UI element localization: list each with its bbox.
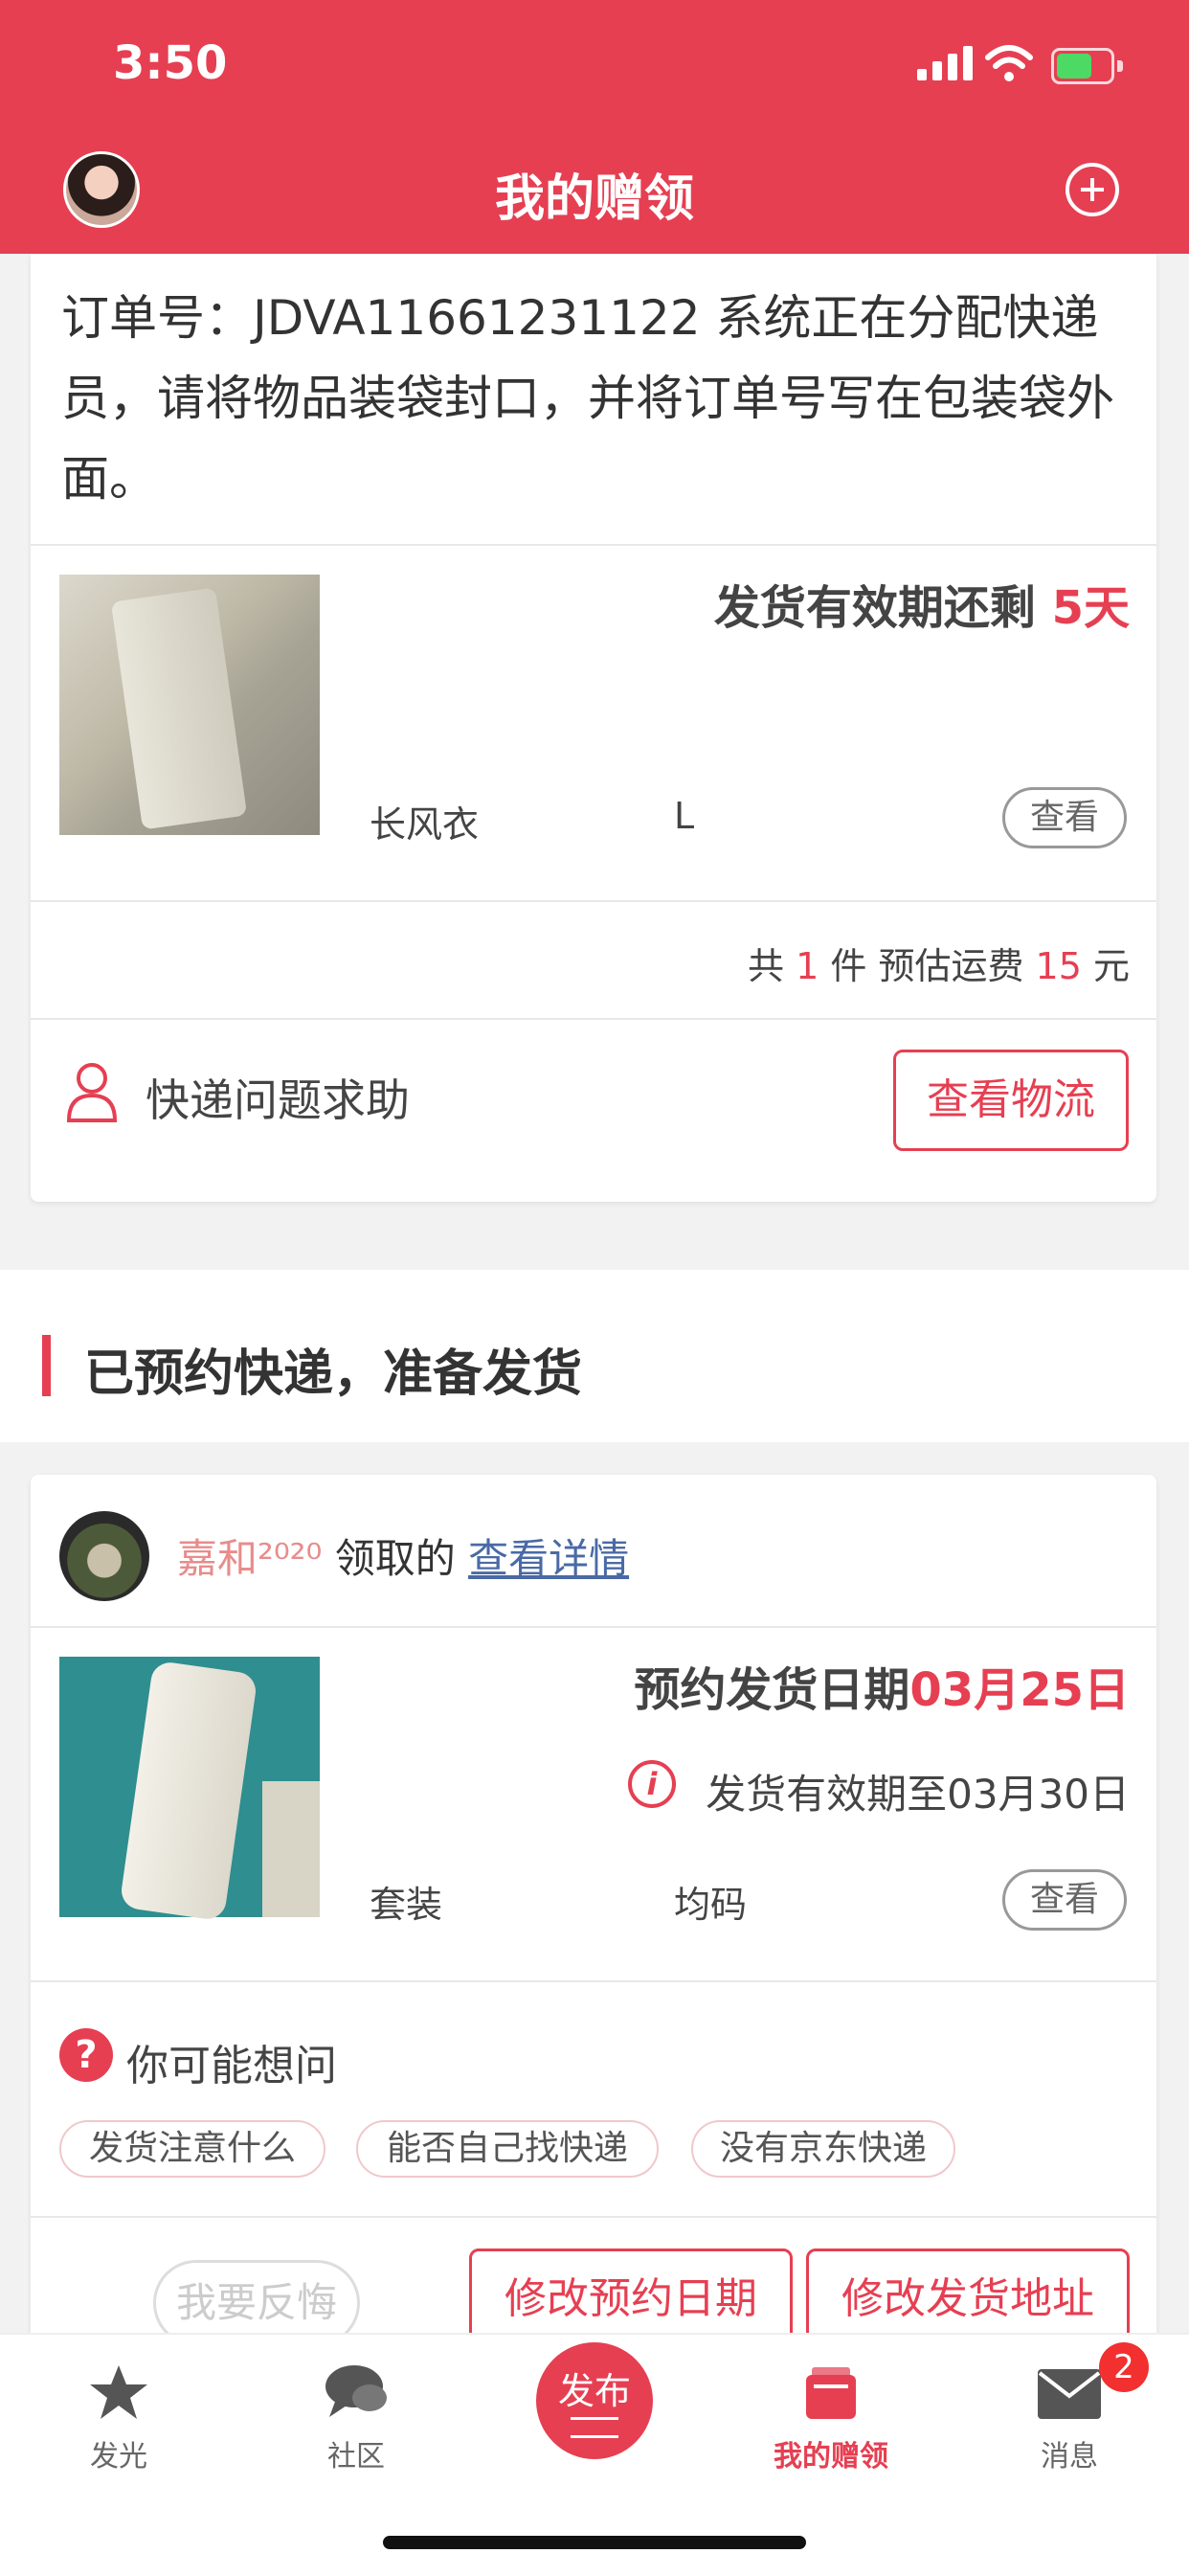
publish-label: 发布 bbox=[557, 2370, 631, 2412]
question-icon: ? bbox=[59, 2028, 113, 2082]
tab-label: 我的赠领 bbox=[774, 2440, 888, 2474]
faq-title: 你可能想问 bbox=[126, 2042, 337, 2090]
view-item-button[interactable]: 查看 bbox=[1002, 1869, 1127, 1931]
tab-label: 发光 bbox=[90, 2440, 147, 2474]
info-icon: i bbox=[628, 1760, 676, 1808]
item-name: 套装 bbox=[370, 1884, 443, 1926]
signal-icon bbox=[917, 46, 975, 80]
claimer-avatar[interactable] bbox=[59, 1511, 149, 1601]
divider bbox=[31, 1018, 1156, 1020]
claimer-line: 嘉和²⁰²⁰ 领取的 查看详情 bbox=[177, 1535, 630, 1582]
divider bbox=[31, 1980, 1156, 1982]
scheduled-ship-date: 预约发货日期03月25日 bbox=[634, 1663, 1130, 1717]
view-item-button[interactable]: 查看 bbox=[1002, 787, 1127, 848]
order-status-text: 订单号：JDVA11661231122 系统正在分配快递员，请将物品装袋封口，并… bbox=[61, 290, 1114, 507]
tab-label: 消息 bbox=[1041, 2440, 1098, 2474]
divider bbox=[31, 544, 1156, 546]
tab-label: 社区 bbox=[327, 2440, 385, 2474]
order-total: 共 1 件 预估运费 15 元 bbox=[748, 945, 1130, 987]
divider bbox=[31, 2216, 1156, 2218]
home-indicator bbox=[383, 2536, 806, 2549]
item-size: 均码 bbox=[674, 1884, 748, 1926]
claimer-name[interactable]: 嘉和²⁰²⁰ bbox=[177, 1535, 322, 1582]
ship-deadline: 发货有效期还剩 5天 bbox=[713, 581, 1130, 635]
item-name: 长风衣 bbox=[370, 803, 480, 846]
view-details-link[interactable]: 查看详情 bbox=[468, 1535, 629, 1582]
view-logistics-button[interactable]: 查看物流 bbox=[893, 1050, 1129, 1151]
courier-help-link[interactable]: 快递问题求助 bbox=[146, 1066, 410, 1129]
divider bbox=[31, 900, 1156, 902]
star-icon bbox=[90, 2365, 147, 2419]
chat-icon bbox=[325, 2365, 387, 2417]
faq-chip[interactable]: 发货注意什么 bbox=[59, 2120, 325, 2178]
status-time: 3:50 bbox=[113, 36, 228, 90]
top-bar: 3:50 我的赠领 bbox=[0, 0, 1189, 254]
menu-lines-icon bbox=[571, 2417, 618, 2438]
faq-chip[interactable]: 没有京东快递 bbox=[691, 2120, 955, 2178]
wifi-icon bbox=[985, 45, 1033, 81]
page-title: 我的赠领 bbox=[494, 170, 694, 228]
battery-icon bbox=[1051, 48, 1123, 84]
user-icon bbox=[66, 1063, 118, 1122]
publish-button[interactable]: 发布 bbox=[536, 2342, 653, 2459]
gift-box-icon bbox=[806, 2367, 856, 2419]
faq-chip[interactable]: 能否自己找快递 bbox=[356, 2120, 659, 2178]
mail-icon bbox=[1038, 2369, 1101, 2419]
section-title: 已预约快递，准备发货 bbox=[84, 1345, 583, 1403]
item-size: L bbox=[674, 795, 695, 837]
add-button[interactable] bbox=[1066, 163, 1119, 216]
divider bbox=[31, 1626, 1156, 1628]
item-thumbnail[interactable] bbox=[59, 575, 320, 835]
item-thumbnail[interactable] bbox=[59, 1657, 320, 1917]
section-accent-bar bbox=[42, 1335, 51, 1396]
deadline-days: 5天 bbox=[1051, 581, 1130, 635]
ship-valid-until: 发货有效期至03月30日 bbox=[706, 1771, 1130, 1818]
message-badge: 2 bbox=[1099, 2342, 1149, 2392]
